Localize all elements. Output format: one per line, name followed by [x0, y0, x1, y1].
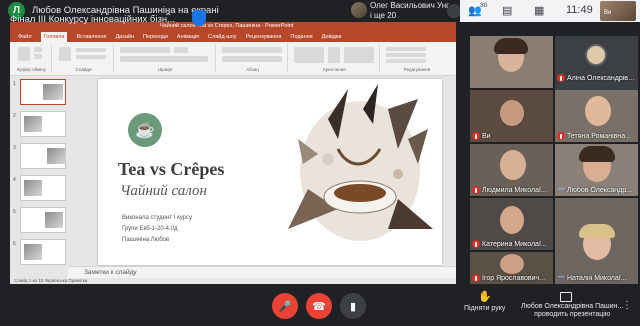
- thumbnail-number: 5: [13, 209, 16, 215]
- status-text: Слайд 1 из 15 Українська Примітки: [14, 278, 88, 283]
- ppt-tab[interactable]: Рецензування: [246, 32, 282, 42]
- ppt-tab[interactable]: Головна: [40, 32, 68, 42]
- participant-tile[interactable]: Катерина Миколаї...: [470, 198, 553, 250]
- thumbnail-number: 4: [13, 177, 16, 183]
- ppt-tab[interactable]: Дизайн: [116, 32, 135, 42]
- ppt-tab[interactable]: Слайд-шоу: [208, 32, 237, 42]
- ribbon-group-paragraph: Абзац: [218, 44, 288, 72]
- participant-tile[interactable]: ••• Любов Олександр...: [555, 144, 638, 196]
- ribbon-group-editing: Редагування: [382, 44, 452, 72]
- slide-thumbnail[interactable]: [20, 175, 66, 201]
- people-count: 30: [480, 2, 488, 9]
- chat-icon[interactable]: ▤: [502, 4, 512, 17]
- ribbon-group-drawing: Креслення: [290, 44, 380, 72]
- participant-name: Любов Олександр...: [567, 187, 632, 194]
- ppt-tab[interactable]: Переходи: [143, 32, 168, 42]
- raise-hand-icon[interactable]: ✋: [478, 290, 492, 303]
- participant-name: Катерина Миколаї...: [482, 241, 547, 248]
- participant-tile[interactable]: Ігор Ярославович...: [470, 252, 553, 284]
- microphone-off-button[interactable]: 🎤: [272, 293, 298, 319]
- tea-splash-illustration: [288, 84, 433, 241]
- slide-thumbnail[interactable]: [20, 207, 66, 233]
- slide-thumbnail[interactable]: [20, 111, 66, 137]
- notes-placeholder: Заметки к слайду: [84, 269, 137, 276]
- shared-screen: Чайний салон Tea vs Crepes, Пашиніна - P…: [10, 22, 456, 284]
- hang-up-icon: ☎: [312, 300, 326, 313]
- raise-hand-label[interactable]: Підняти руку: [464, 305, 505, 312]
- ribbon-group-label: Креслення: [323, 67, 346, 72]
- participant-tile[interactable]: Тетяна Романівна...: [555, 90, 638, 142]
- camera-toggle-button[interactable]: ▮: [340, 293, 366, 319]
- presenting-status-label: Любов Олександрівна Пашин... проводить п…: [521, 303, 624, 318]
- slide-group-line: Групи Екб-1-20-4.0д: [122, 226, 178, 232]
- mic-off-icon: 🎤: [278, 300, 292, 313]
- ribbon-group-label: Шрифт: [158, 67, 173, 72]
- participant-name: Тетяна Романівна...: [567, 133, 631, 140]
- ribbon-group-slides: Слайди: [54, 44, 114, 72]
- thumbnail-number: 2: [13, 113, 16, 119]
- ppt-ribbon: Буфер обміну Слайди Шрифт Абзац Кресленн…: [10, 42, 456, 76]
- slide-name-line: Пашиніна Любов: [122, 237, 170, 243]
- shield-icon[interactable]: [192, 10, 206, 26]
- clock: 11:49: [566, 4, 593, 16]
- thumbnail-number: 3: [13, 145, 16, 151]
- ribbon-group-label: Редагування: [403, 67, 431, 72]
- end-call-button[interactable]: ☎: [306, 293, 332, 319]
- participant-tile[interactable]: [470, 36, 553, 88]
- ppt-tab[interactable]: Файл: [18, 32, 32, 42]
- ppt-tab[interactable]: Вставлення: [76, 32, 106, 42]
- participant-tile[interactable]: Ви: [470, 90, 553, 142]
- slide-thumbnail[interactable]: [20, 239, 66, 265]
- other-participants-label: Олег Васильович Унг... і ще 20: [370, 1, 455, 20]
- slide-notes-pane[interactable]: Заметки к слайду: [68, 266, 456, 278]
- teacup-logo-icon: ☕: [128, 113, 162, 147]
- participant-tile[interactable]: ••• Наталія Миколаї...: [555, 198, 638, 284]
- thumbnail-number: 1: [13, 81, 16, 87]
- ribbon-group-label: Абзац: [246, 67, 259, 72]
- thumbnail-number: 6: [13, 241, 16, 247]
- participant-name: Наталія Миколаї...: [567, 275, 627, 282]
- participant-name: Людмила Миколаї...: [482, 187, 547, 194]
- ppt-tab[interactable]: Довідка: [322, 32, 342, 42]
- slide-author-line: Виконала студент I курсу: [122, 215, 193, 221]
- slide-thumbnails-pane: 1 2 3 4 5 6: [10, 77, 68, 277]
- current-slide[interactable]: ☕ Tea vs Crêpes Чайний салон Виконала ст…: [98, 79, 442, 265]
- present-screen-icon[interactable]: [560, 292, 572, 302]
- ppt-window-title: Чайний салон Tea vs Crepes, Пашиніна - P…: [160, 23, 294, 29]
- meeting-title: Фінал ІІІ Конкурсу інноваційних бізн...: [10, 14, 175, 25]
- participant-name: Ігор Ярославович...: [482, 275, 546, 282]
- slide-title: Tea vs Crêpes: [118, 159, 225, 179]
- ppt-status-bar: Слайд 1 из 15 Українська Примітки: [10, 278, 456, 284]
- ppt-tab[interactable]: Подання: [290, 32, 312, 42]
- participant-name: Аліна Олександрівна...: [567, 75, 638, 82]
- ppt-tab[interactable]: Анімація: [177, 32, 199, 42]
- camera-icon: ▮: [349, 300, 357, 313]
- self-label: Ви: [604, 10, 612, 16]
- activities-icon[interactable]: ▦: [534, 4, 544, 17]
- chevron-up-icon[interactable]: ⌃: [164, 12, 172, 23]
- more-options-icon[interactable]: ⋮: [622, 300, 632, 311]
- slide-thumbnail[interactable]: [20, 143, 66, 169]
- ribbon-group-clipboard: Буфер обміну: [12, 44, 52, 72]
- ribbon-group-label: Буфер обміну: [17, 67, 46, 72]
- participant-tile[interactable]: Людмила Миколаї...: [470, 144, 553, 196]
- ribbon-group-font: Шрифт: [116, 44, 216, 72]
- mic-indicator-icon: [447, 4, 461, 18]
- participant-avatar: [351, 2, 367, 18]
- ppt-ribbon-tabs: Файл Головна Вставлення Дизайн Переходи Аніма…: [10, 32, 456, 42]
- participant-name: Ви: [482, 133, 491, 140]
- ribbon-group-label: Слайди: [75, 67, 92, 72]
- slide-subtitle: Чайний салон: [120, 183, 207, 199]
- slide-thumbnail[interactable]: [20, 79, 66, 105]
